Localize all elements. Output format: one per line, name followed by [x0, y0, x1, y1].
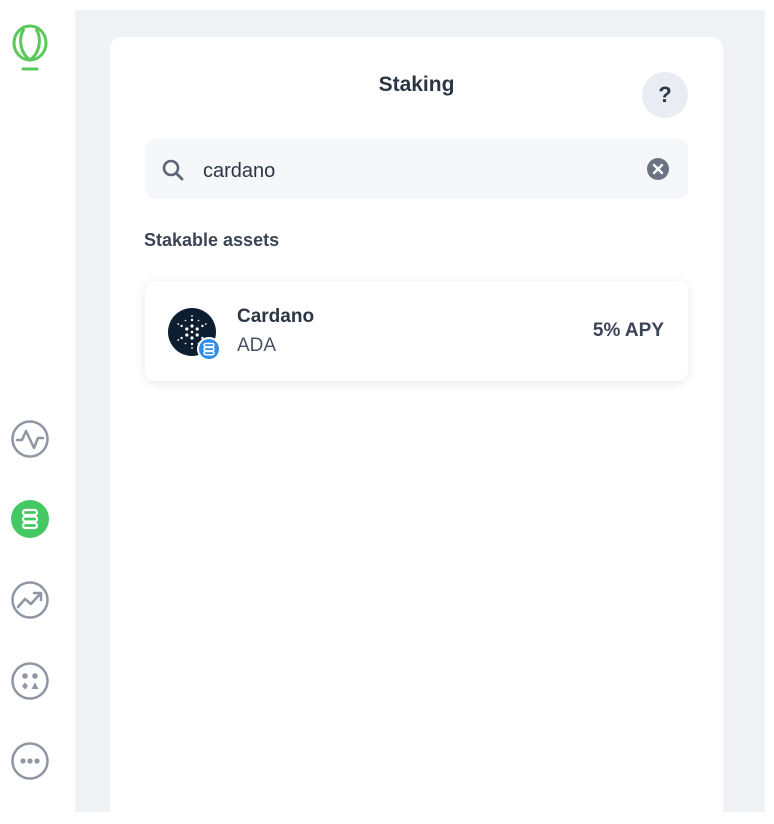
search-bar: [145, 139, 688, 199]
cardano-logo-icon: [168, 308, 221, 361]
trending-icon[interactable]: [10, 580, 50, 620]
asset-name: Cardano: [237, 306, 315, 327]
staking-icon[interactable]: [10, 499, 50, 539]
asset-row-cardano[interactable]: Cardano ADA 5% APY: [145, 281, 688, 381]
section-label-stakable-assets: Stakable assets: [144, 230, 280, 250]
help-button[interactable]: ?: [642, 72, 688, 118]
search-input[interactable]: [201, 153, 625, 189]
search-icon: [162, 159, 184, 181]
asset-apy: 5% APY: [592, 320, 664, 341]
help-button-label: ?: [658, 82, 672, 107]
staking-panel: Staking ? Stakable assets: [110, 37, 723, 824]
asset-ticker: ADA: [237, 335, 277, 356]
uphold-logo-icon[interactable]: [10, 23, 50, 73]
clear-search-icon[interactable]: [646, 157, 670, 181]
more-icon[interactable]: [10, 741, 50, 781]
sidebar: [0, 0, 75, 824]
apps-icon[interactable]: [10, 661, 50, 701]
activity-icon[interactable]: [10, 419, 50, 459]
page-title: Staking: [378, 73, 455, 96]
